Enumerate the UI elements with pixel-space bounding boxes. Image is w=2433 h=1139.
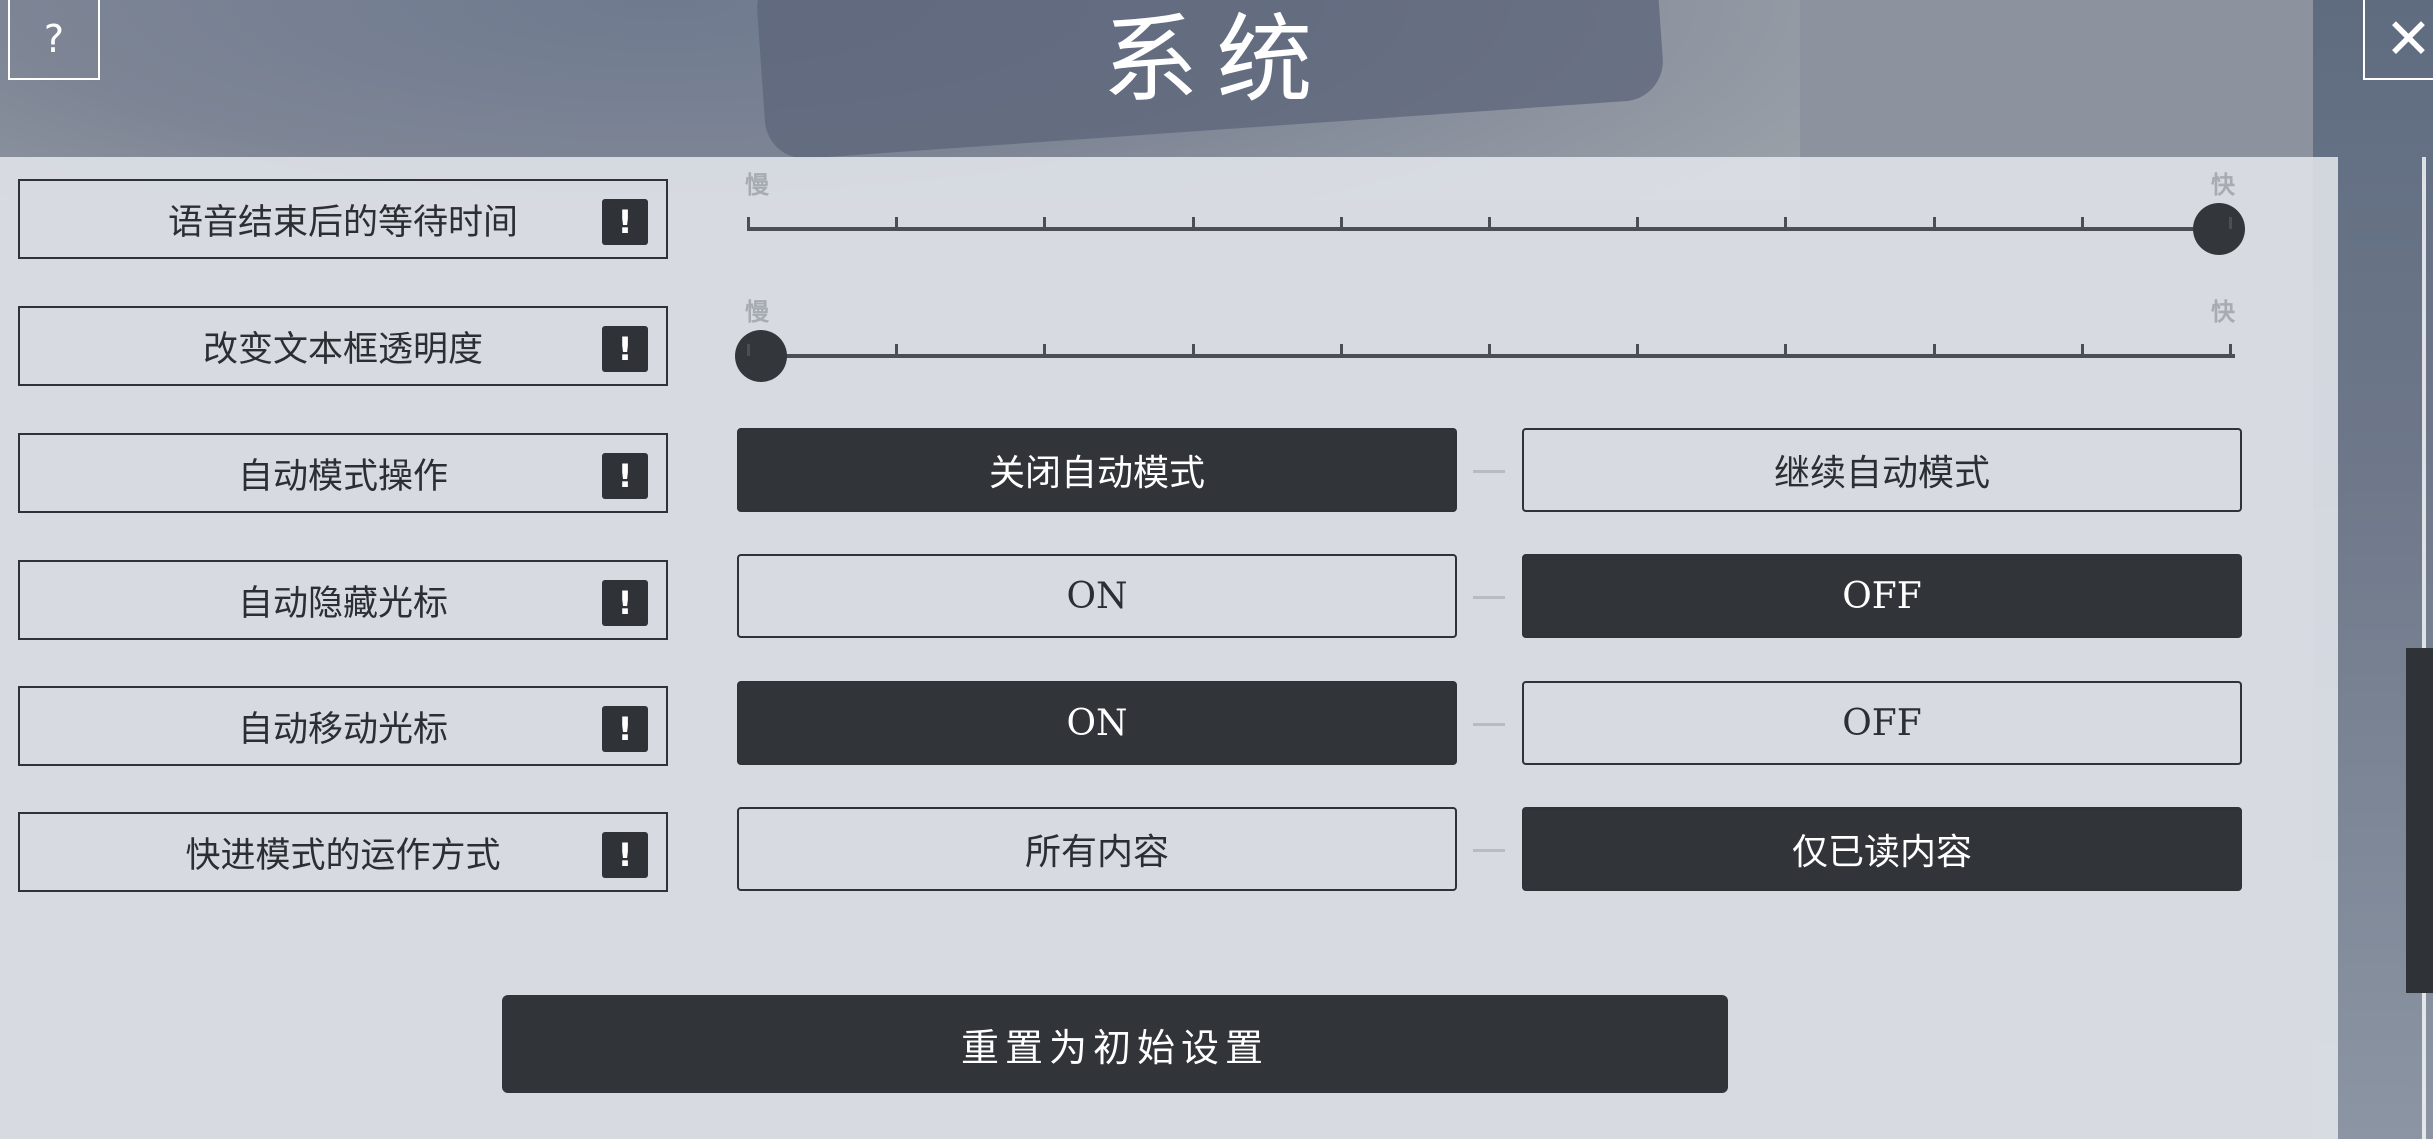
setting-label-text: 改变文本框透明度 [202,329,483,370]
setting-label-text: 自动隐藏光标 [237,583,448,624]
slider-tick [2229,217,2232,229]
info-icon[interactable]: ! [602,326,648,372]
help-icon: ? [43,17,65,61]
option-move-cursor-off[interactable]: OFF [1522,681,2242,765]
option-separator [1473,596,1505,599]
slider-tick [1488,217,1491,229]
slider-max-label: 快 [2211,297,2235,326]
slider-tick [895,217,899,229]
slider-tick [2080,217,2084,229]
slider-tick [1043,217,1047,229]
slider-tick [747,344,750,356]
settings-panel: 语音结束后的等待时间 ! 慢 快 改变文本框透明度 ! 慢 快 自动模式操作 !… [0,157,2338,1139]
slider-tick [1784,217,1788,229]
option-skip-read-only[interactable]: 仅已读内容 [1522,807,2242,891]
info-icon[interactable]: ! [602,706,648,752]
option-separator [1473,470,1505,473]
option-skip-all[interactable]: 所有内容 [737,807,1457,891]
setting-label-textbox-opacity: 改变文本框透明度 ! [18,306,668,386]
info-icon[interactable]: ! [602,580,648,626]
setting-label-voice-wait: 语音结束后的等待时间 ! [18,179,668,259]
slider-tick [747,217,750,229]
slider-min-label: 慢 [745,297,769,326]
slider-tick [1339,344,1343,356]
setting-label-text: 语音结束后的等待时间 [167,202,518,243]
slider-tick [895,344,899,356]
option-separator [1473,849,1505,852]
slider-tick [1932,344,1936,356]
slider-tick [1488,344,1491,356]
textbox-opacity-slider[interactable]: 慢 快 [735,297,2235,386]
reset-defaults-button[interactable]: 重置为初始设置 [502,995,1728,1093]
option-move-cursor-on[interactable]: ON [737,681,1457,765]
slider-tick [2080,344,2084,356]
info-icon[interactable]: ! [602,832,648,878]
option-continue-auto-mode[interactable]: 继续自动模式 [1522,428,2242,512]
setting-label-text: 快进模式的运作方式 [185,835,501,876]
slider-tick [1043,344,1047,356]
slider-tick [2229,344,2232,356]
setting-label-skip-mode: 快进模式的运作方式 ! [18,812,668,892]
setting-label-text: 自动模式操作 [237,456,448,497]
setting-label-auto-mode: 自动模式操作 ! [18,433,668,513]
slider-tick [1191,217,1195,229]
info-icon[interactable]: ! [602,199,648,245]
option-hide-cursor-on[interactable]: ON [737,554,1457,638]
slider-tick [1339,217,1343,229]
slider-track[interactable] [747,354,2235,358]
slider-handle[interactable] [2193,203,2245,255]
setting-label-move-cursor: 自动移动光标 ! [18,686,668,766]
slider-tick [1636,217,1640,229]
setting-label-text: 自动移动光标 [237,709,448,750]
setting-label-hide-cursor: 自动隐藏光标 ! [18,560,668,640]
slider-tick [1784,344,1788,356]
slider-tick [1636,344,1640,356]
close-icon: ✕ [2385,6,2432,72]
slider-min-label: 慢 [745,170,769,199]
slider-handle[interactable] [735,330,787,382]
voice-wait-slider[interactable]: 慢 快 [745,170,2245,259]
slider-tick [1191,344,1195,356]
info-icon[interactable]: ! [602,453,648,499]
slider-track[interactable] [747,227,2235,231]
option-hide-cursor-off[interactable]: OFF [1522,554,2242,638]
slider-tick [1932,217,1936,229]
option-stop-auto-mode[interactable]: 关闭自动模式 [737,428,1457,512]
option-separator [1473,723,1505,726]
slider-max-label: 快 [2211,170,2235,199]
close-button[interactable]: ✕ [2363,0,2433,80]
page-title: 系统 [1102,4,1331,116]
scrollbar-thumb[interactable] [2406,648,2433,993]
help-button[interactable]: ? [8,0,100,80]
